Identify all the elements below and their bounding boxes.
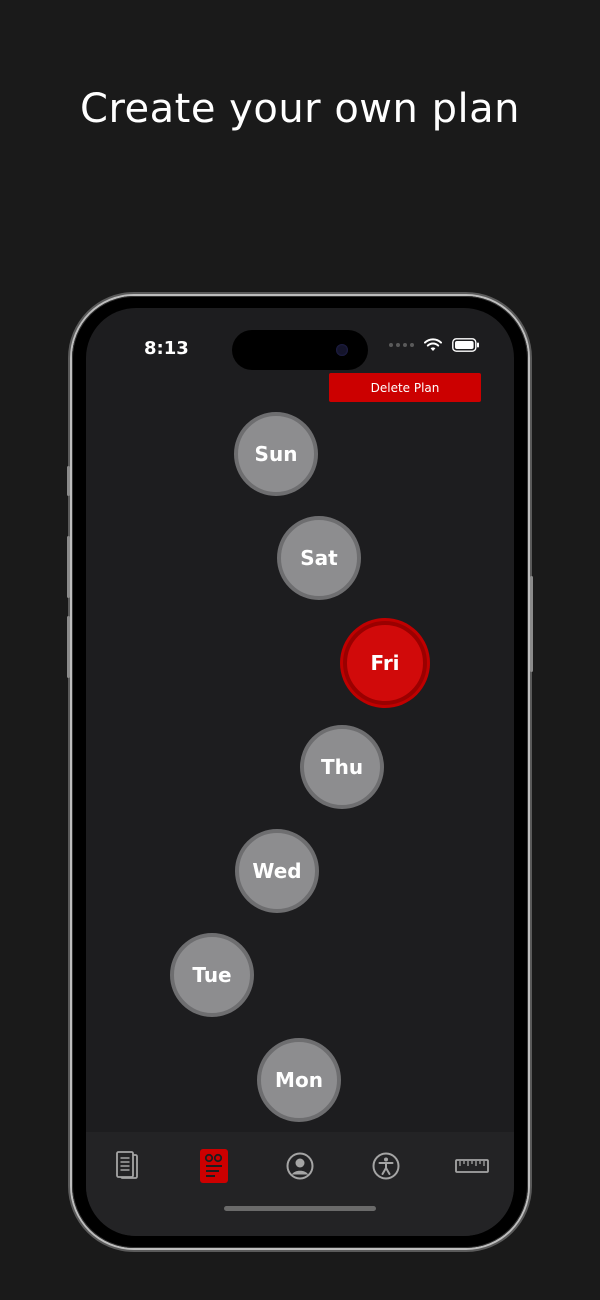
- status-time: 8:13: [144, 338, 189, 359]
- tab-measure[interactable]: [454, 1148, 490, 1184]
- profile-icon: [286, 1152, 314, 1180]
- tab-planner[interactable]: [196, 1148, 232, 1184]
- day-button-sun[interactable]: Sun: [234, 412, 318, 496]
- tab-notes[interactable]: [110, 1148, 146, 1184]
- planner-icon: [200, 1149, 228, 1183]
- tab-accessibility[interactable]: [368, 1148, 404, 1184]
- delete-plan-button[interactable]: Delete Plan: [329, 373, 481, 402]
- wifi-icon: [424, 338, 442, 351]
- page-headline: Create your own plan: [80, 86, 520, 132]
- document-icon: [116, 1151, 138, 1179]
- day-button-fri[interactable]: Fri: [343, 621, 427, 705]
- day-button-mon[interactable]: Mon: [257, 1038, 341, 1122]
- day-button-tue[interactable]: Tue: [170, 933, 254, 1017]
- accessibility-icon: [372, 1152, 400, 1180]
- phone-action-button: [67, 466, 70, 496]
- phone-volume-down-button: [67, 616, 70, 678]
- day-button-wed[interactable]: Wed: [235, 829, 319, 913]
- ruler-icon: [455, 1159, 489, 1173]
- day-button-sat[interactable]: Sat: [277, 516, 361, 600]
- tab-bar: [86, 1132, 514, 1236]
- status-indicators: [389, 338, 480, 352]
- dynamic-island: [232, 330, 368, 370]
- front-camera-icon: [336, 344, 348, 356]
- day-button-thu[interactable]: Thu: [300, 725, 384, 809]
- phone-power-button: [530, 576, 533, 672]
- phone-volume-up-button: [67, 536, 70, 598]
- phone-frame: 8:13 Delete Plan Sun Sat Fri Thu Wed Tue…: [67, 296, 533, 1248]
- tab-profile[interactable]: [282, 1148, 318, 1184]
- battery-icon: [452, 338, 479, 352]
- cellular-signal-icon: [389, 343, 414, 347]
- home-indicator: [224, 1206, 376, 1211]
- phone-screen: 8:13 Delete Plan Sun Sat Fri Thu Wed Tue…: [86, 308, 514, 1236]
